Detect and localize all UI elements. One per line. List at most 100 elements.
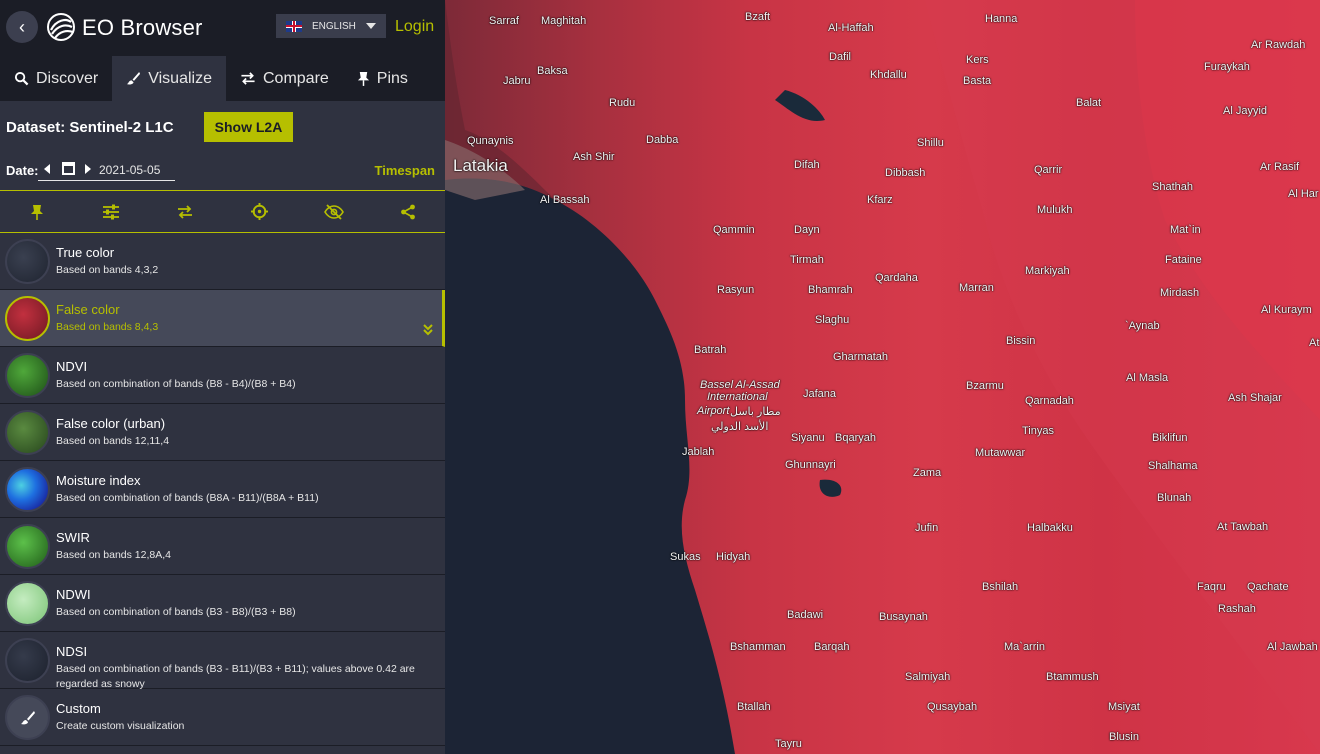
- map-label: Bhamrah: [808, 284, 853, 296]
- brush-icon: [20, 710, 35, 724]
- tab-visualize[interactable]: Visualize: [112, 56, 226, 101]
- map-label: Btammush: [1046, 671, 1099, 683]
- map-label: Sarraf: [489, 15, 519, 27]
- layer-name: Moisture index: [56, 473, 141, 488]
- map-imagery: [445, 0, 1320, 754]
- layer-item-ndvi[interactable]: NDVI Based on combination of bands (B8 -…: [0, 347, 445, 404]
- tab-pins[interactable]: Pins: [343, 56, 422, 101]
- login-link[interactable]: Login: [395, 18, 434, 36]
- next-date-icon[interactable]: [85, 164, 91, 174]
- map-label: Tinyas: [1022, 425, 1054, 437]
- map-label: Difah: [794, 159, 820, 171]
- layer-description: Based on combination of bands (B3 - B11)…: [56, 663, 415, 690]
- map-label: Mat`in: [1170, 224, 1201, 236]
- satellite-map[interactable]: Sarraf Maghitah Bzaft Hanna Ar Rawdah Al…: [445, 0, 1320, 754]
- hide-layer-button[interactable]: [322, 200, 346, 224]
- layer-name: Custom: [56, 701, 101, 716]
- map-label: Blusin: [1109, 731, 1139, 743]
- layer-name: NDVI: [56, 359, 88, 374]
- layer-description: Based on combination of bands (B8 - B4)/…: [56, 378, 296, 390]
- map-label: Biklifun: [1152, 432, 1188, 444]
- layer-item-false-color[interactable]: False color Based on bands 8,4,3: [0, 290, 445, 347]
- language-selector[interactable]: ENGLISH: [276, 14, 386, 38]
- layer-item-custom[interactable]: Custom Create custom visualization: [0, 689, 445, 746]
- layer-description: Based on bands 8,4,3: [56, 321, 159, 333]
- tab-label: Discover: [36, 69, 99, 87]
- map-label: Slaghu: [815, 314, 850, 326]
- map-label: `Aynab: [1125, 320, 1160, 332]
- map-label: Blunah: [1157, 492, 1192, 504]
- previous-date-icon[interactable]: [44, 164, 50, 174]
- map-label: Al Masla: [1126, 372, 1169, 384]
- map-label: Gharmatah: [833, 351, 889, 363]
- layer-name: False color: [56, 302, 120, 317]
- map-label: Kfarz: [867, 194, 893, 206]
- layer-item-moisture-index[interactable]: Moisture index Based on combination of b…: [0, 461, 445, 518]
- show-l2a-button[interactable]: Show L2A: [204, 112, 293, 142]
- map-label: Shillu: [917, 137, 944, 149]
- layer-description: Create custom visualization: [56, 720, 185, 732]
- map-label: Latakia: [453, 156, 508, 175]
- map-label: Maghitah: [541, 15, 587, 27]
- sidebar-panel: ‹ EO Browser ENGLISH Login Discover Visu…: [0, 0, 445, 754]
- map-label: Dafil: [829, 51, 852, 63]
- date-picker[interactable]: 2021-05-05: [38, 159, 175, 181]
- map-label: Qusaybah: [927, 701, 978, 713]
- layer-item-ndsi[interactable]: NDSI Based on combination of bands (B3 -…: [0, 632, 445, 690]
- map-label: Mutawwar: [975, 447, 1026, 459]
- zoom-to-tile-button[interactable]: [248, 200, 272, 224]
- tab-discover[interactable]: Discover: [0, 56, 112, 101]
- map-label: Bshilah: [982, 581, 1019, 593]
- layer-description: Based on combination of bands (B3 - B8)/…: [56, 606, 296, 618]
- map-label: Busaynah: [879, 611, 928, 623]
- map-label: Al Kuraym: [1261, 304, 1312, 316]
- layer-list: True color Based on bands 4,3,2 False co…: [0, 233, 445, 746]
- date-row: Date: 2021-05-05 Timespan: [0, 153, 445, 191]
- layer-item-ndwi[interactable]: NDWI Based on combination of bands (B3 -…: [0, 575, 445, 632]
- layer-thumbnail: [5, 695, 50, 740]
- tab-compare[interactable]: Compare: [226, 56, 343, 101]
- search-icon: [14, 71, 29, 86]
- map-label: Ash Shir: [573, 151, 615, 163]
- map-label: Dayn: [794, 224, 820, 236]
- pin-layer-button[interactable]: [25, 200, 49, 224]
- timespan-link[interactable]: Timespan: [375, 163, 435, 178]
- layer-thumbnail: [5, 353, 50, 398]
- lake-shape: [775, 90, 825, 121]
- map-label: مطار باسل: [730, 406, 781, 418]
- layer-thumbnail: [5, 581, 50, 626]
- calendar-icon[interactable]: [62, 162, 75, 175]
- map-label: Badawi: [787, 609, 824, 621]
- map-label: Bqaryah: [835, 432, 876, 444]
- date-value[interactable]: 2021-05-05: [99, 163, 160, 177]
- crosshair-icon: [251, 203, 269, 220]
- map-label: Al Jawbah: [1267, 641, 1318, 653]
- map-label: Kers: [966, 54, 989, 66]
- compare-layer-button[interactable]: [173, 200, 197, 224]
- map-label: Qarnadah: [1025, 395, 1074, 407]
- map-label: Al Har: [1288, 188, 1319, 200]
- layer-name: False color (urban): [56, 416, 166, 431]
- share-button[interactable]: [396, 200, 420, 224]
- map-label: Baksa: [537, 65, 568, 77]
- layer-item-true-color[interactable]: True color Based on bands 4,3,2: [0, 233, 445, 290]
- layer-item-false-color-urban[interactable]: False color (urban) Based on bands 12,11…: [0, 404, 445, 461]
- map-label: Mulukh: [1037, 204, 1073, 216]
- layer-name: NDSI: [56, 644, 88, 659]
- map-label: Ma`arrin: [1004, 641, 1045, 653]
- tab-label: Visualize: [148, 69, 212, 87]
- map-label: Dabba: [646, 134, 679, 146]
- dataset-label: Dataset: Sentinel-2 L1C: [6, 119, 174, 136]
- back-button[interactable]: ‹: [6, 11, 38, 43]
- map-label: Ar Rasif: [1260, 161, 1300, 173]
- double-chevron-down-icon[interactable]: [422, 324, 434, 336]
- pin-icon: [357, 72, 369, 86]
- map-label: Tayru: [775, 738, 802, 750]
- map-label: Bzaft: [745, 11, 771, 23]
- map-label: Shalhama: [1148, 460, 1198, 472]
- map-label: Batrah: [694, 344, 727, 356]
- effects-button[interactable]: [99, 200, 123, 224]
- layer-item-swir[interactable]: SWIR Based on bands 12,8A,4: [0, 518, 445, 575]
- map-label: Bissin: [1006, 335, 1036, 347]
- layer-thumbnail: [5, 239, 50, 284]
